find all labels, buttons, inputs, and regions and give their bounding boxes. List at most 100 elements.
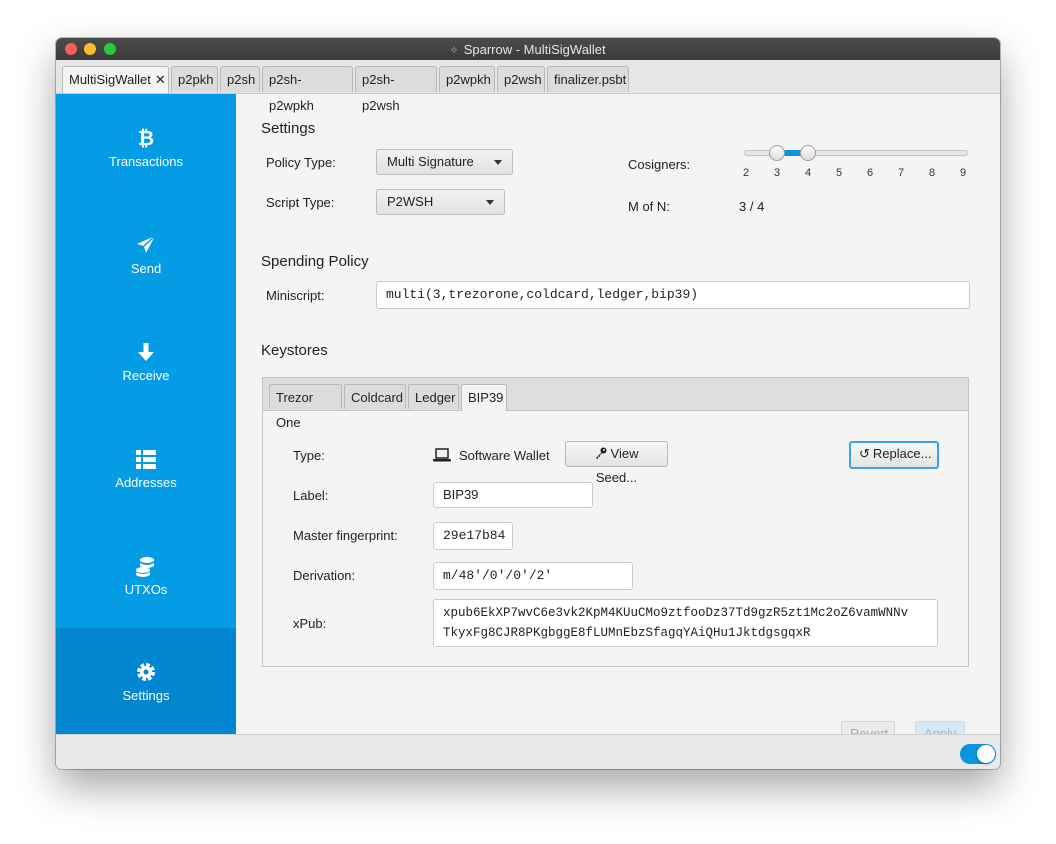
settings-heading: Settings [261, 120, 316, 137]
sidebar-item-utxos[interactable]: UTXOs [56, 522, 236, 628]
close-window-button[interactable] [65, 43, 77, 55]
cosigners-slider-thumb-m[interactable] [769, 145, 785, 161]
m-of-n-value: 3 / 4 [739, 199, 765, 214]
keystore-label-label: Label: [293, 488, 329, 503]
close-tab-icon[interactable]: ✕ [155, 72, 166, 87]
status-bar [56, 734, 1000, 769]
bitcoin-icon: ₿ [138, 126, 154, 150]
cosigners-tick-label: 9 [959, 167, 967, 179]
document-tab-bar: MultiSigWallet ✕ p2pkh p2sh p2sh-p2wpkh p… [56, 60, 1000, 113]
tab-trezor-one[interactable]: Trezor One [269, 384, 342, 430]
tab-label: Ledger [415, 390, 456, 405]
chevron-down-icon [494, 160, 502, 165]
tab-label: p2pkh [178, 72, 214, 87]
xpub-field[interactable]: xpub6EkXP7wvC6e3vk2KpM4KUuCMo9ztfooDz37T… [433, 599, 938, 647]
tab-label: p2wsh [504, 72, 542, 87]
chevron-down-icon [486, 200, 494, 205]
keystores-heading: Keystores [261, 342, 328, 359]
keystores-panel: Trezor One Coldcard Ledger BIP39 Type: S… [262, 377, 969, 667]
arrow-down-icon [138, 343, 154, 361]
policy-type-label: Policy Type: [266, 155, 336, 170]
master-fingerprint-field[interactable]: 29e17b84 [433, 522, 513, 550]
xpub-line: xpub6EkXP7wvC6e3vk2KpM4KUuCMo9ztfooDz37T… [443, 606, 909, 620]
derivation-field[interactable]: m/48'/0'/0'/2' [433, 562, 633, 590]
tab-coldcard[interactable]: Coldcard [344, 384, 406, 409]
sidebar-item-label: Settings [122, 688, 170, 703]
miniscript-field[interactable]: multi(3,trezorone,coldcard,ledger,bip39) [376, 281, 970, 309]
sidebar-item-label: Transactions [109, 154, 183, 169]
sidebar-item-transactions[interactable]: ₿ Transactions [56, 94, 236, 200]
tab-label: Coldcard [351, 390, 404, 405]
sparrow-app-icon: ⟡ [450, 44, 458, 56]
sidebar-item-receive[interactable]: Receive [56, 308, 236, 414]
keystore-type-value: Software Wallet [459, 448, 550, 463]
script-type-value: P2WSH [387, 194, 434, 209]
coins-icon [136, 557, 154, 577]
policy-type-value: Multi Signature [387, 154, 474, 169]
paper-plane-icon [137, 235, 156, 253]
replace-button[interactable]: ↺ Replace... [849, 441, 939, 469]
cosigners-tick-label: 5 [835, 167, 843, 179]
minimize-window-button[interactable] [84, 43, 96, 55]
tab-label: MultiSigWallet [69, 72, 151, 87]
tab-bip39[interactable]: BIP39 [461, 384, 507, 411]
sidebar-item-label: Receive [122, 368, 170, 383]
policy-type-select[interactable]: Multi Signature [376, 149, 513, 175]
cosigners-slider-thumb-n[interactable] [800, 145, 816, 161]
settings-content: Settings Policy Type: Multi Signature Sc… [236, 94, 1000, 747]
toggle-knob [977, 745, 995, 763]
xpub-label: xPub: [293, 616, 327, 631]
keystore-label-field[interactable]: BIP39 [433, 482, 593, 508]
cosigners-tick-label: 6 [866, 167, 874, 179]
laptop-icon [433, 448, 451, 462]
tab-multisigwallet[interactable]: MultiSigWallet ✕ [62, 66, 169, 93]
tab-label: BIP39 [468, 390, 504, 405]
connection-toggle[interactable] [960, 744, 996, 764]
cosigners-tick-label: 7 [897, 167, 905, 179]
tab-label: finalizer.psbt [554, 72, 627, 87]
spending-policy-heading: Spending Policy [261, 253, 369, 270]
cosigners-tick-label: 4 [804, 167, 812, 179]
tab-p2sh-p2wpkh[interactable]: p2sh-p2wpkh [262, 66, 353, 113]
app-window: ⟡ Sparrow - MultiSigWallet MultiSigWalle… [56, 38, 1000, 769]
svg-text:₿: ₿ [138, 126, 154, 150]
zoom-window-button[interactable] [104, 43, 116, 55]
cosigners-tick-label: 8 [928, 167, 936, 179]
cosigners-tick-label: 3 [773, 167, 781, 179]
sidebar: ₿ Transactions Send Receive Addresses UT… [56, 94, 236, 734]
keystore-type-label: Type: [293, 448, 325, 463]
tab-p2sh-p2wsh[interactable]: p2sh-p2wsh [355, 66, 437, 113]
replace-label: Replace... [872, 446, 932, 461]
tab-p2wpkh[interactable]: p2wpkh [439, 66, 495, 92]
key-icon [595, 447, 607, 459]
keystore-tab-bar: Trezor One Coldcard Ledger BIP39 [263, 378, 968, 430]
tab-label: p2sh [227, 72, 256, 87]
tab-p2wsh[interactable]: p2wsh [497, 66, 545, 92]
sidebar-item-settings[interactable]: Settings [56, 628, 236, 734]
title-bar: ⟡ Sparrow - MultiSigWallet [56, 38, 1000, 60]
tab-label: p2wpkh [446, 72, 491, 87]
tab-p2pkh[interactable]: p2pkh [171, 66, 218, 92]
script-type-label: Script Type: [266, 195, 335, 210]
tab-label: Trezor One [276, 390, 314, 430]
tab-ledger[interactable]: Ledger [408, 384, 459, 409]
sidebar-item-label: Addresses [115, 475, 177, 490]
tab-finalizer-psbt[interactable]: finalizer.psbt [547, 66, 629, 92]
derivation-label: Derivation: [293, 568, 356, 583]
gear-icon [137, 663, 155, 681]
cosigners-tick-label: 2 [742, 167, 750, 179]
sidebar-item-label: UTXOs [124, 582, 168, 597]
view-seed-button[interactable]: View Seed... [565, 441, 668, 485]
xpub-line: TkyxFg8CJR8PKgbggE8fLUMnEbzSfagqYAiQHu1J… [443, 626, 811, 640]
master-fingerprint-label: Master fingerprint: [293, 528, 398, 543]
undo-icon: ↺ [859, 446, 870, 461]
miniscript-label: Miniscript: [266, 288, 325, 303]
cosigners-label: Cosigners: [628, 157, 691, 172]
sidebar-item-addresses[interactable]: Addresses [56, 415, 236, 521]
m-of-n-label: M of N: [628, 199, 670, 214]
sidebar-item-send[interactable]: Send [56, 201, 236, 307]
script-type-select[interactable]: P2WSH [376, 189, 505, 215]
list-icon [136, 450, 156, 469]
sidebar-item-label: Send [130, 261, 162, 276]
tab-p2sh[interactable]: p2sh [220, 66, 260, 92]
